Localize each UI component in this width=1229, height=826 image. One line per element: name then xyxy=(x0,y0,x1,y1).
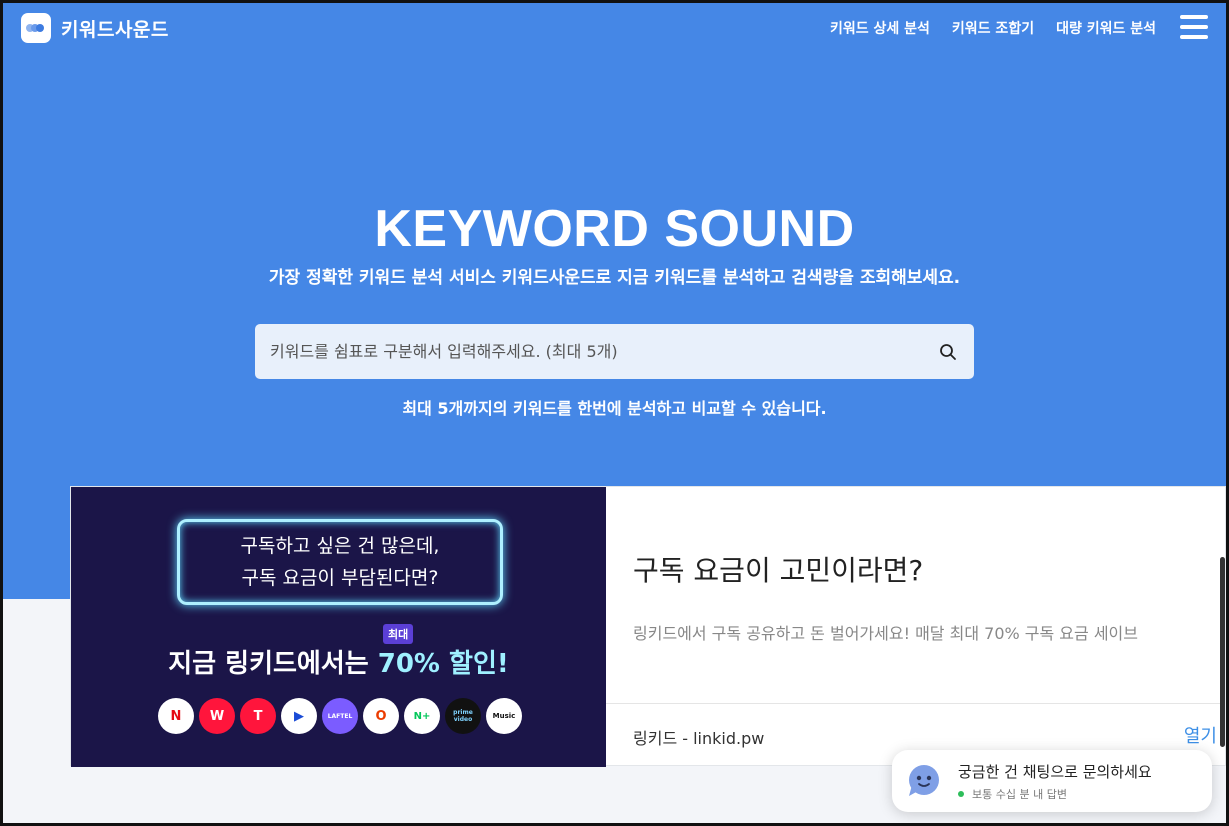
wavve-icon: W xyxy=(199,698,235,734)
ad-title[interactable]: 구독 요금이 고민이라면? xyxy=(633,549,923,589)
ad-scrollbar[interactable] xyxy=(1217,487,1226,747)
app-logo-row: N W T ▶ LAFTEL O N+ prime video Music xyxy=(158,698,522,734)
hero-title: KEYWORD SOUND xyxy=(374,200,855,258)
hero-note: 최대 5개까지의 키워드를 한번에 분석하고 비교할 수 있습니다. xyxy=(402,399,827,418)
ad-neon-line2: 구독 요금이 부담된다면? xyxy=(241,567,439,589)
hamburger-icon[interactable] xyxy=(1180,15,1208,39)
ad-max-badge: 최대 xyxy=(383,624,414,644)
chat-widget[interactable]: 궁금한 건 채팅으로 문의하세요 보통 수십 분 내 답변 xyxy=(892,750,1212,812)
chat-text: 궁금한 건 채팅으로 문의하세요 보통 수십 분 내 답변 xyxy=(958,761,1152,802)
apple-music-icon: Music xyxy=(486,698,522,734)
play-icon: ▶ xyxy=(281,698,317,734)
main-nav: 키워드 상세 분석 키워드 조합기 대량 키워드 분석 xyxy=(830,3,1156,53)
ad-source: 링키드 - linkid.pw xyxy=(633,729,765,748)
logo-text: 키워드사운드 xyxy=(61,18,169,41)
search-input[interactable] xyxy=(255,324,922,379)
ad-image-headline: 지금 링키드에서는 70% 할인! xyxy=(71,643,606,680)
chat-title: 궁금한 건 채팅으로 문의하세요 xyxy=(958,762,1152,781)
chat-bot-icon xyxy=(909,765,939,796)
online-status-dot xyxy=(958,790,964,797)
logo-icon xyxy=(21,13,51,43)
prime-video-icon: prime video xyxy=(445,698,481,734)
chat-status-text: 보통 수십 분 내 답변 xyxy=(972,787,1067,801)
top-navigation: 키워드사운드 키워드 상세 분석 키워드 조합기 대량 키워드 분석 xyxy=(3,3,1226,53)
nav-keyword-detail-analysis[interactable]: 키워드 상세 분석 xyxy=(830,18,930,38)
ad-card[interactable]: 구독하고 싶은 건 많은데, 구독 요금이 부담된다면? 최대 지금 링키드에서… xyxy=(70,486,1226,767)
ad-divider xyxy=(606,703,1226,704)
logo[interactable]: 키워드사운드 xyxy=(21,13,169,43)
ad-headline-highlight: 70% 할인! xyxy=(377,649,509,679)
ad-image[interactable]: 구독하고 싶은 건 많은데, 구독 요금이 부담된다면? 최대 지금 링키드에서… xyxy=(71,487,606,767)
page: 키워드사운드 키워드 상세 분석 키워드 조합기 대량 키워드 분석 KEYWO… xyxy=(3,3,1226,823)
ad-neon-box: 구독하고 싶은 건 많은데, 구독 요금이 부담된다면? xyxy=(177,519,503,605)
ad-neon-line1: 구독하고 싶은 건 많은데, xyxy=(240,535,440,557)
search-bar xyxy=(255,324,974,379)
search-button[interactable] xyxy=(922,324,974,379)
ad-open-button[interactable]: 열기 xyxy=(1184,722,1217,748)
ad-text-panel: 구독 요금이 고민이라면? 링키드에서 구독 공유하고 돈 벌어가세요! 매달 … xyxy=(606,487,1226,767)
chat-status: 보통 수십 분 내 답변 xyxy=(958,786,1152,802)
naver-plus-icon: N+ xyxy=(404,698,440,734)
ad-description: 링키드에서 구독 공유하고 돈 벌어가세요! 매달 최대 70% 구독 요금 세… xyxy=(633,624,1138,643)
search-icon xyxy=(940,343,956,360)
hero-subtitle: 가장 정확한 키워드 분석 서비스 키워드사운드로 지금 키워드를 분석하고 검… xyxy=(268,268,961,288)
netflix-icon: N xyxy=(158,698,194,734)
ad-headline-prefix: 지금 링키드에서는 xyxy=(168,649,378,679)
office-icon: O xyxy=(363,698,399,734)
nav-bulk-keyword-analysis[interactable]: 대량 키워드 분석 xyxy=(1056,18,1156,38)
laftel-icon: LAFTEL xyxy=(322,698,358,734)
tving-icon: T xyxy=(240,698,276,734)
nav-keyword-combiner[interactable]: 키워드 조합기 xyxy=(952,18,1034,38)
